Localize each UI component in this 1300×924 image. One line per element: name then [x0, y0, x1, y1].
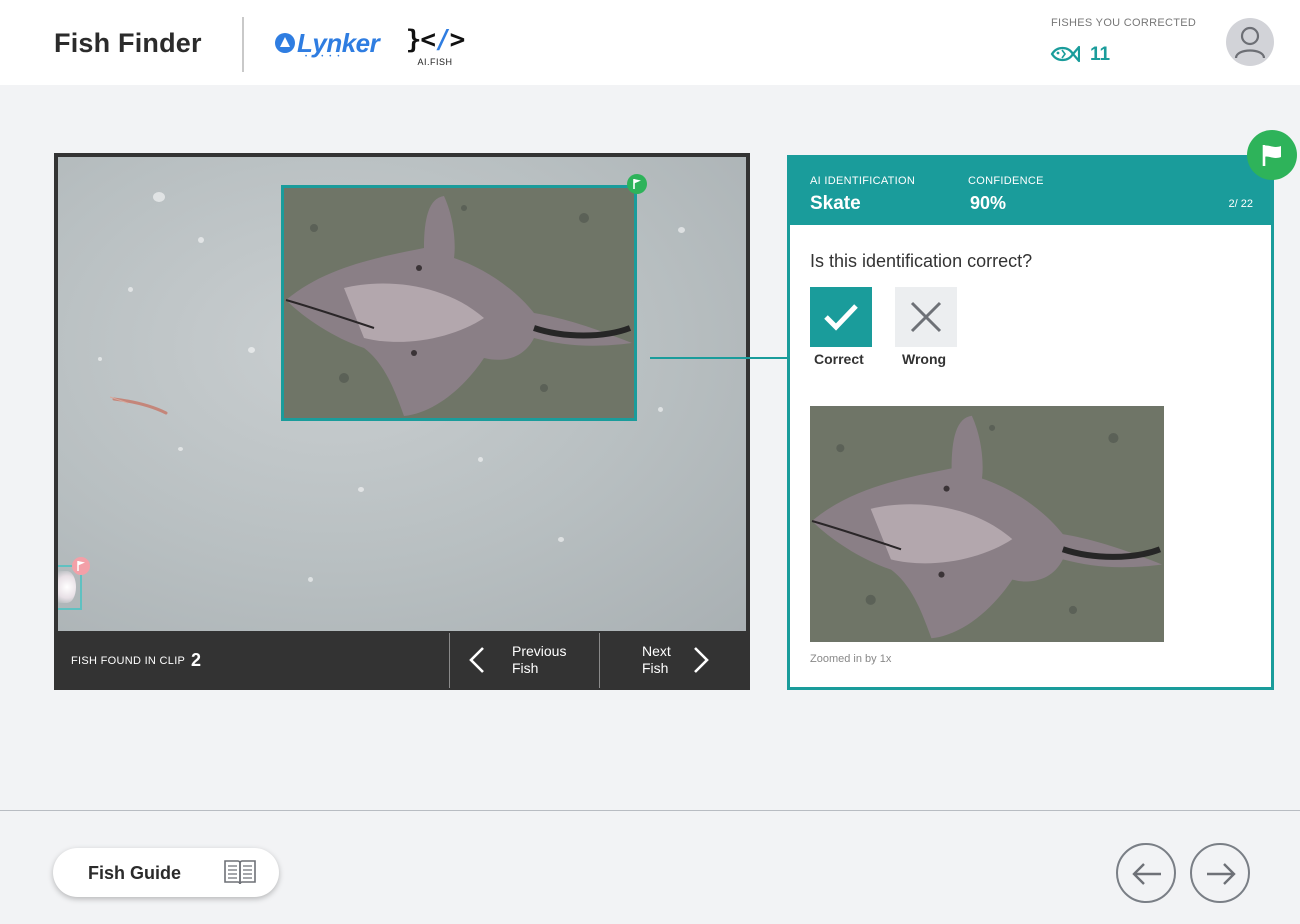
- fish-icon: [1050, 45, 1080, 63]
- lynker-logo-dots: •••••: [305, 54, 346, 60]
- aifish-logo-mark: }</>: [405, 25, 466, 55]
- zoomed-fish-image: [810, 406, 1164, 642]
- detection-connector-line: [650, 357, 788, 359]
- ai-identification-label: AI IDENTIFICATION: [810, 175, 916, 187]
- corrected-count: 11: [1090, 44, 1111, 65]
- arrow-right-icon: [1207, 863, 1236, 885]
- skate-image: [284, 188, 634, 418]
- header-divider: [242, 17, 244, 72]
- identification-card: AI IDENTIFICATION Skate CONFIDENCE 90% 2…: [787, 155, 1274, 690]
- confidence-label: CONFIDENCE: [968, 175, 1044, 187]
- fish-page-count: 2/ 22: [1228, 198, 1253, 210]
- fish-guide-button[interactable]: Fish Guide: [53, 848, 279, 897]
- lynker-logo: Lynker •••••: [275, 27, 380, 60]
- user-avatar-icon[interactable]: [1226, 18, 1274, 66]
- check-icon: [824, 304, 858, 331]
- lynker-logo-icon: [275, 33, 295, 53]
- chevron-right-icon: [694, 647, 709, 673]
- fish-guide-label: Fish Guide: [88, 863, 182, 883]
- detection-flag-icon[interactable]: [627, 174, 647, 194]
- arrow-left-icon: [1132, 863, 1161, 885]
- previous-fish-label: Previous Fish: [512, 643, 567, 676]
- back-button[interactable]: [1116, 843, 1176, 903]
- correct-label: Correct: [814, 351, 864, 367]
- detection-box[interactable]: [281, 185, 637, 421]
- video-viewer: FISH FOUND IN CLIP 2 Previous Fish Next …: [54, 153, 750, 690]
- identification-header: AI IDENTIFICATION Skate CONFIDENCE 90% 2…: [790, 158, 1271, 225]
- aifish-logo: }</> AI.FISH: [405, 25, 466, 67]
- viewer-controls: FISH FOUND IN CLIP 2 Previous Fish Next …: [54, 631, 750, 690]
- shrimp-creature: [110, 396, 168, 415]
- book-icon: [224, 860, 256, 885]
- confidence-value: 90%: [970, 193, 1007, 213]
- next-fish-button[interactable]: Next Fish: [600, 631, 750, 690]
- secondary-flag-icon[interactable]: [72, 557, 90, 575]
- previous-fish-button[interactable]: Previous Fish: [450, 631, 600, 690]
- next-fish-label: Next Fish: [642, 643, 671, 676]
- ai-identification-value: Skate: [810, 193, 861, 214]
- flag-button[interactable]: [1247, 130, 1297, 180]
- wrong-button[interactable]: [895, 287, 957, 347]
- identification-question: Is this identification correct?: [810, 251, 1033, 271]
- chevron-left-icon: [469, 647, 484, 673]
- close-icon: [910, 301, 942, 333]
- correct-button[interactable]: [810, 287, 872, 347]
- fish-found-label: FISH FOUND IN CLIP: [71, 655, 186, 667]
- wrong-label: Wrong: [902, 351, 947, 367]
- forward-button[interactable]: [1190, 843, 1250, 903]
- corrected-label: FISHES YOU CORRECTED: [1051, 17, 1197, 29]
- fish-found-count: 2: [191, 650, 202, 670]
- zoom-level-text: Zoomed in by 1x: [810, 653, 892, 665]
- secondary-fish: [58, 571, 76, 603]
- app-title: Fish Finder: [54, 28, 202, 58]
- flag-icon: [1262, 145, 1281, 166]
- aifish-logo-text: AI.FISH: [417, 57, 453, 67]
- header: Fish Finder Lynker ••••• }</> AI.FISH FI…: [0, 0, 1300, 85]
- footer-divider: [0, 810, 1300, 811]
